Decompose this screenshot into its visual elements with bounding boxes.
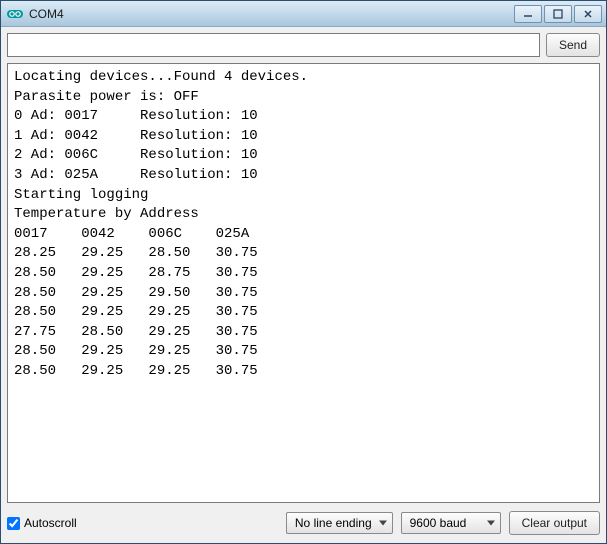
line-ending-select[interactable]: No line ending: [286, 512, 393, 534]
bottom-bar: Autoscroll No line ending 9600 baud Clea…: [7, 509, 600, 537]
minimize-button[interactable]: [514, 5, 542, 23]
serial-input[interactable]: [7, 33, 540, 57]
input-row: Send: [7, 33, 600, 57]
close-button[interactable]: [574, 5, 602, 23]
autoscroll-label: Autoscroll: [24, 516, 77, 530]
clear-output-button[interactable]: Clear output: [509, 511, 600, 535]
body-area: Send Locating devices...Found 4 devices.…: [1, 27, 606, 543]
serial-output: Locating devices...Found 4 devices. Para…: [7, 63, 600, 503]
autoscroll-control[interactable]: Autoscroll: [7, 516, 278, 530]
baud-select[interactable]: 9600 baud: [401, 512, 501, 534]
baud-value: 9600 baud: [410, 516, 467, 530]
serial-monitor-window: COM4 Send Locating devices...Found 4 dev…: [0, 0, 607, 544]
arduino-icon: [7, 6, 23, 22]
window-controls: [514, 5, 602, 23]
autoscroll-checkbox[interactable]: [7, 517, 20, 530]
send-button[interactable]: Send: [546, 33, 600, 57]
line-ending-value: No line ending: [295, 516, 372, 530]
maximize-button[interactable]: [544, 5, 572, 23]
titlebar: COM4: [1, 1, 606, 27]
window-title: COM4: [29, 7, 514, 21]
